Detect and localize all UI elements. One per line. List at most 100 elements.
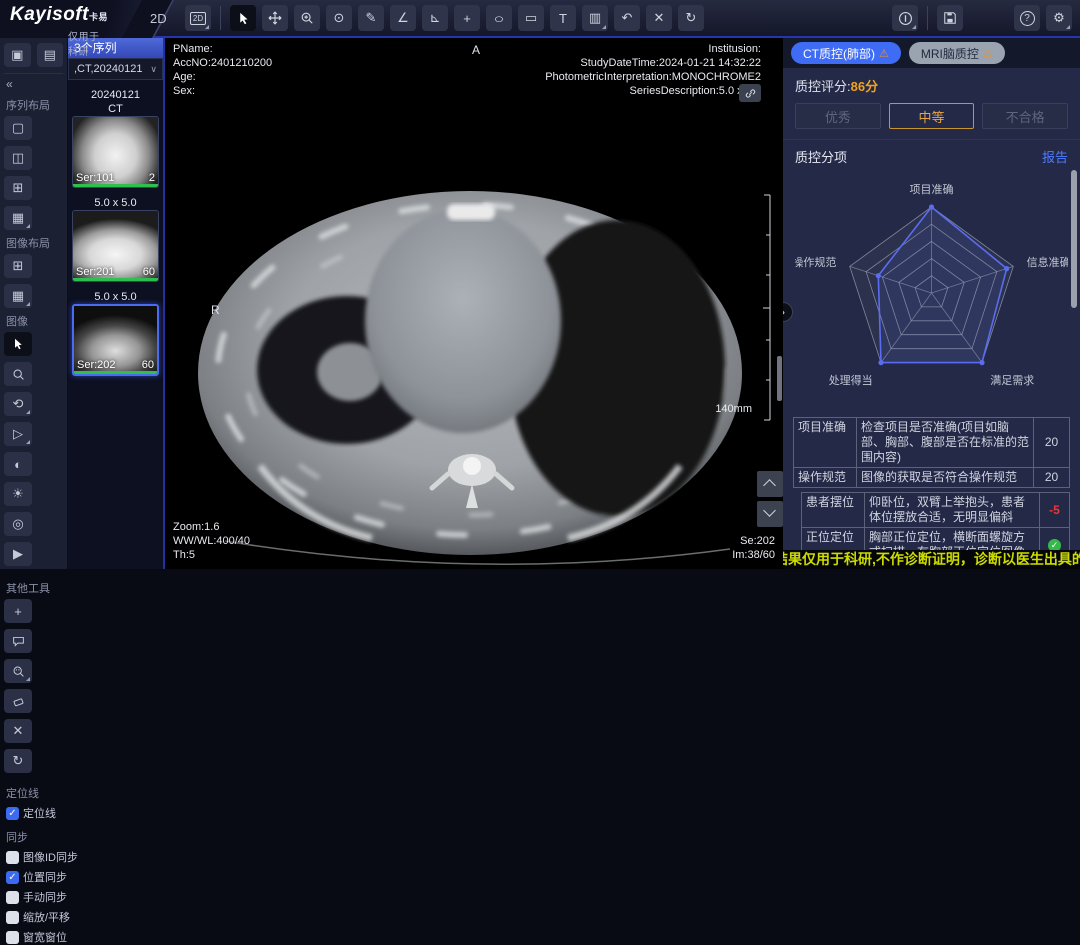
save-button[interactable] [937,5,963,31]
localizer-title: 定位线 [6,785,63,801]
mode-2d-label: 2D [150,11,167,26]
sync-position-row[interactable]: 位置同步 [6,869,63,885]
link-series-button[interactable] [739,84,761,102]
pan-tool-button[interactable] [262,5,288,31]
row-score: 20 [1033,468,1069,487]
localizer-label: 定位线 [23,805,56,821]
contrast-icon: ◐ [14,457,22,472]
thumbnail-image-202-selected[interactable]: Ser:202 60 [72,304,159,376]
report-panel-button[interactable]: ▤ [37,43,64,67]
series-thumbnail-101[interactable]: 20240121 CT Ser:101 2 [72,88,159,188]
image-layout-3x3-button[interactable]: ▦ [4,284,32,308]
series-thumbnail-201[interactable]: 5.0 x 5.0 Ser:201 60 [72,196,159,282]
scroll-up-button[interactable] [757,471,783,497]
rectangle-tool-button[interactable]: ▭ [518,5,544,31]
series-layout-1x1-button[interactable]: ▢ [4,116,32,140]
target-icon: ◎ [12,516,23,532]
eraser-button[interactable] [4,689,32,713]
info-icon [898,11,913,26]
angle-tool-button[interactable]: ∠ [390,5,416,31]
report-link[interactable]: 报告 [1042,147,1068,166]
spiral-button[interactable]: ◎ [4,512,32,536]
qc-radar-chart: 项目准确信息准确满足需求处理得当操作规范 [795,168,1068,410]
sync-zoom-pan-row[interactable]: 缩放/平移 [6,909,63,925]
sidebar-magnify-button[interactable] [4,362,32,386]
layout-3x3-icon: ▦ [12,288,24,304]
sync-manual-row[interactable]: 手动同步 [6,889,63,905]
sidebar-collapse-button[interactable]: « [4,74,63,92]
panel-collapse-button[interactable]: › [783,302,793,322]
layout-2col-icon: ◫ [12,150,24,166]
cine-play-button[interactable]: ▶ [4,542,32,566]
pencil-tool-button[interactable]: ✎ [358,5,384,31]
svg-text:操作规范: 操作规范 [795,255,836,269]
tab-ct-qc[interactable]: CT质控(肺部) ⚠ [791,42,901,64]
ruler-label-text: 140mm [715,403,752,415]
scroll-down-button[interactable] [757,501,783,527]
sync-image-id-checkbox[interactable] [6,851,19,864]
panel-layout-button[interactable]: ▣ [4,43,31,67]
localizer-checkbox-row[interactable]: 定位线 [6,805,63,821]
image-stack-scrollbar[interactable] [777,356,782,401]
cursor-tool-button[interactable] [230,5,256,31]
image-viewport[interactable]: 140mm PName: AccNO:2401210200 Age: Sex: … [163,38,783,569]
logo-text: Kayisoft [10,4,89,25]
brightness-button[interactable]: ☀ [4,482,32,506]
sync-position-label: 位置同步 [23,869,67,885]
flip-button[interactable]: ▷ [4,422,32,446]
ellipse-tool-button[interactable]: ○ [486,5,512,31]
delete-annotation-button[interactable]: ✕ [646,5,672,31]
sync-zoom-pan-checkbox[interactable] [6,911,19,924]
help-button[interactable]: ? [1014,5,1040,31]
text-tool-button[interactable]: T [550,5,576,31]
sync-window-row[interactable]: 窗宽窗位 [6,929,63,945]
tab-mri-qc[interactable]: MRI脑质控 ⚠ [909,42,1005,64]
image-layout-2x2-button[interactable]: ⊞ [4,254,32,278]
delete-all-button[interactable]: ✕ [4,719,32,743]
row-item-label: 操作规范 [794,468,856,487]
cobb-angle-button[interactable]: ⊾ [422,5,448,31]
layout-2d-button[interactable]: 2D [185,5,211,31]
refresh-button[interactable]: ↻ [4,749,32,773]
window-level-button[interactable]: ⊙ [326,5,352,31]
tab-mri-qc-label: MRI脑质控 [921,45,979,62]
panel-scrollbar[interactable] [1071,170,1077,308]
thumbnail-image-101[interactable]: Ser:101 2 [72,116,159,188]
series-layout-2col-button[interactable]: ◫ [4,146,32,170]
add-button[interactable]: + [4,599,32,623]
sync-image-id-row[interactable]: 图像ID同步 [6,849,63,865]
warning-icon: ⚠ [983,47,993,60]
invert-button[interactable]: ◐ [4,452,32,476]
settings-button[interactable]: ⚙ [1046,5,1072,31]
sync-position-checkbox[interactable] [6,871,19,884]
grade-excellent-button[interactable]: 优秀 [795,103,881,129]
rotate-button[interactable]: ⟲ [4,392,32,416]
undo-button[interactable]: ↶ [614,5,640,31]
info-button[interactable] [892,5,918,31]
series-thumbnail-202[interactable]: 5.0 x 5.0 Ser:202 60 [72,290,159,376]
study-dropdown[interactable]: ,CT,20240121 ∨ [68,58,163,80]
grade-fail-button[interactable]: 不合格 [982,103,1068,129]
zoom-tool-button[interactable] [294,5,320,31]
comment-button[interactable] [4,629,32,653]
localizer-checkbox[interactable] [6,807,19,820]
series-number: Ser:101 [76,172,115,184]
qc-subsection-title: 质控分项 [795,147,847,166]
other-tools-title: 其他工具 [6,580,63,596]
thumbnail-image-201[interactable]: Ser:201 60 [72,210,159,282]
series-layout-2x2-button[interactable]: ⊞ [4,176,32,200]
sync-manual-checkbox[interactable] [6,891,19,904]
grade-medium-button[interactable]: 中等 [889,103,975,129]
crosshair-tool-button[interactable]: + [454,5,480,31]
cine-tool-button[interactable]: ▥ [582,5,608,31]
sync-manual-label: 手动同步 [23,889,67,905]
load-progress-bar [73,278,158,281]
series-layout-title: 序列布局 [6,97,63,113]
magnify-detail-button[interactable] [4,659,32,683]
series-layout-3x3-button[interactable]: ▦ [4,206,32,230]
reset-button[interactable]: ↻ [678,5,704,31]
sidebar-cursor-button[interactable] [4,332,32,356]
rotate-icon: ⟲ [13,396,24,412]
sync-window-checkbox[interactable] [6,931,19,944]
table-row: 项目准确 检查项目是否准确(项目如脑部、胸部、腹部是否在标准的范围内容) 20 [793,417,1070,468]
